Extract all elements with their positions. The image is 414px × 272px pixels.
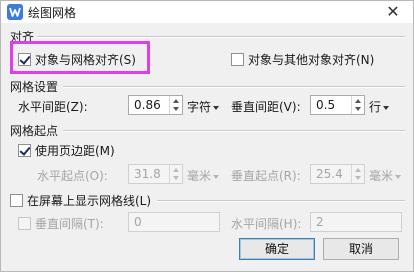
title-bar: 绘图网格 ✕ bbox=[1, 1, 413, 23]
vertical-spacing-unit-dropdown[interactable]: 行 bbox=[369, 98, 390, 115]
horizontal-origin-label: 水平起点(O): bbox=[37, 169, 108, 183]
grid-origin-group-label: 网格起点 bbox=[10, 124, 59, 138]
snap-to-objects-checkbox[interactable] bbox=[231, 53, 244, 66]
show-gridlines-checkbox[interactable] bbox=[10, 194, 23, 207]
grid-settings-separator bbox=[63, 86, 405, 88]
spin-down-icon[interactable] bbox=[173, 176, 179, 180]
spin-up-icon[interactable] bbox=[173, 168, 179, 172]
spin-up-icon[interactable] bbox=[173, 99, 179, 103]
caret-down-icon bbox=[213, 174, 220, 179]
grid-origin-separator bbox=[63, 130, 405, 132]
cancel-button[interactable]: 取消 bbox=[323, 238, 399, 260]
spin-up-icon[interactable] bbox=[355, 99, 361, 103]
vertical-origin-arrows[interactable] bbox=[351, 165, 364, 183]
snap-to-objects-label: 对象与其他对象对齐(N) bbox=[248, 53, 375, 67]
ok-button[interactable]: 确定 bbox=[239, 238, 315, 260]
vertical-interval-option[interactable]: 垂直间隔(T): bbox=[18, 215, 104, 232]
horizontal-origin-unit-dropdown[interactable]: 毫米 bbox=[187, 167, 220, 184]
horizontal-spacing-unit: 字符 bbox=[187, 100, 212, 114]
spin-up-icon[interactable] bbox=[355, 168, 361, 172]
horizontal-spacing-label: 水平间距(Z): bbox=[18, 100, 88, 114]
horizontal-spacing-spinner[interactable]: 0.86 bbox=[128, 95, 183, 115]
spin-down-icon[interactable] bbox=[355, 107, 361, 111]
horizontal-interval-value: 2 bbox=[316, 215, 324, 229]
app-logo-icon bbox=[7, 4, 23, 20]
horizontal-origin-arrows[interactable] bbox=[169, 165, 182, 183]
caret-down-icon bbox=[213, 105, 220, 110]
spin-down-icon[interactable] bbox=[173, 107, 179, 111]
vertical-spacing-spinner[interactable]: 0.5 bbox=[310, 95, 365, 115]
drawing-grid-dialog: 绘图网格 ✕ 对齐 对象与网格对齐(S) 对象与其他对象对齐(N) 网格设置 水… bbox=[0, 0, 414, 272]
vertical-origin-label: 垂直起点(R): bbox=[231, 169, 301, 183]
horizontal-spacing-value: 0.86 bbox=[134, 98, 161, 112]
vertical-origin-spinner[interactable]: 25.4 bbox=[310, 164, 365, 184]
vertical-interval-label: 垂直间隔(T): bbox=[35, 217, 104, 231]
close-button[interactable]: ✕ bbox=[383, 2, 403, 22]
vertical-spacing-label: 垂直间距(V): bbox=[231, 100, 301, 114]
vertical-interval-checkbox[interactable] bbox=[18, 217, 31, 230]
vertical-origin-value: 25.4 bbox=[316, 167, 343, 181]
close-icon: ✕ bbox=[386, 2, 400, 21]
caret-down-icon bbox=[395, 174, 402, 179]
vertical-spacing-value: 0.5 bbox=[316, 98, 336, 112]
horizontal-spacing-unit-dropdown[interactable]: 字符 bbox=[187, 98, 220, 115]
use-margins-label: 使用页边距(M) bbox=[35, 144, 115, 158]
vertical-spacing-unit: 行 bbox=[369, 100, 382, 114]
horizontal-spacing-arrows[interactable] bbox=[169, 96, 182, 114]
vertical-interval-input[interactable]: 0 bbox=[128, 212, 220, 232]
show-gridlines-option[interactable]: 在屏幕上显示网格线(L) bbox=[10, 192, 151, 209]
spin-down-icon[interactable] bbox=[355, 176, 361, 180]
use-margins-checkbox[interactable] bbox=[18, 144, 31, 157]
vertical-interval-value: 0 bbox=[134, 215, 142, 229]
vertical-spacing-arrows[interactable] bbox=[351, 96, 364, 114]
snap-to-objects-option[interactable]: 对象与其他对象对齐(N) bbox=[231, 51, 374, 68]
use-margins-option[interactable]: 使用页边距(M) bbox=[18, 142, 115, 159]
show-gridlines-label: 在屏幕上显示网格线(L) bbox=[27, 194, 152, 208]
horizontal-interval-input[interactable]: 2 bbox=[310, 212, 402, 232]
vertical-origin-unit-dropdown[interactable]: 毫米 bbox=[369, 167, 402, 184]
horizontal-origin-spinner[interactable]: 31.8 bbox=[128, 164, 183, 184]
vertical-origin-unit: 毫米 bbox=[369, 169, 394, 183]
horizontal-origin-value: 31.8 bbox=[134, 167, 161, 181]
display-separator bbox=[157, 200, 405, 202]
horizontal-interval-label: 水平间隔(H): bbox=[231, 217, 302, 231]
dialog-title: 绘图网格 bbox=[28, 6, 77, 20]
horizontal-origin-unit: 毫米 bbox=[187, 169, 212, 183]
caret-down-icon bbox=[383, 105, 390, 110]
grid-settings-group-label: 网格设置 bbox=[10, 80, 59, 94]
alignment-separator bbox=[37, 36, 405, 38]
highlight-annotation bbox=[10, 41, 150, 74]
